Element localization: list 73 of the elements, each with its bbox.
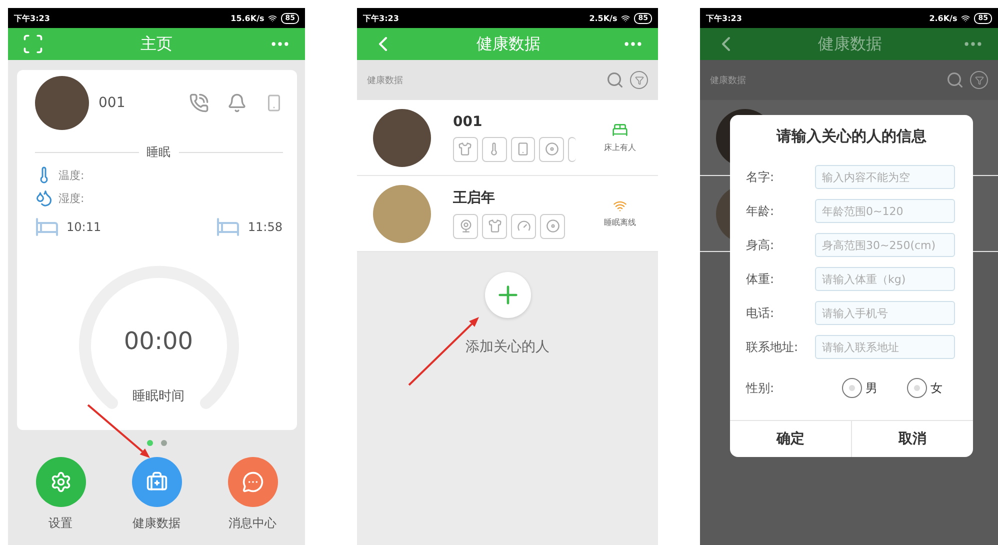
network-speed: 2.6K/s <box>929 14 958 22</box>
device-icon[interactable] <box>482 214 507 238</box>
input-field[interactable]: 输入内容不能为空 <box>815 165 955 189</box>
bed-icon <box>216 215 240 239</box>
status-time: 下午3:23 <box>706 12 742 24</box>
add-label: 添加关心的人 <box>466 338 550 356</box>
device-icon[interactable] <box>453 136 478 162</box>
person-status: 床上有人 <box>604 142 636 153</box>
nav-item[interactable]: 消息中心 <box>218 457 288 532</box>
cancel-button[interactable]: 取消 <box>851 421 973 457</box>
device-icon[interactable] <box>510 136 536 162</box>
input-field[interactable]: 请输入手机号 <box>815 301 955 325</box>
person-name: 001 <box>98 95 126 111</box>
sleep-timer: 00:00 <box>124 327 194 355</box>
filter-icon[interactable] <box>970 71 988 89</box>
status-time: 下午3:23 <box>14 12 50 24</box>
bed-icon <box>612 122 628 138</box>
nav-item[interactable]: 设置 <box>26 457 96 532</box>
input-field[interactable]: 身高范围30~250(cm) <box>815 233 955 257</box>
network-speed: 15.6K/s <box>230 14 264 22</box>
device-icon[interactable] <box>511 214 536 238</box>
timer-label: 睡眠时间 <box>132 388 184 405</box>
status-time: 下午3:23 <box>363 12 399 24</box>
field-label: 性别: <box>746 380 776 396</box>
device-icon[interactable] <box>568 136 576 162</box>
annotation-arrow <box>87 404 150 458</box>
phone-icon[interactable] <box>188 93 208 113</box>
confirm-button[interactable]: 确定 <box>730 421 851 457</box>
page-dot[interactable] <box>146 440 152 446</box>
bed-icon <box>34 215 58 239</box>
wifi-icon <box>621 14 630 22</box>
reading-label: 湿度: <box>58 190 84 206</box>
device-icon[interactable] <box>540 214 565 238</box>
header-title: 主页 <box>140 34 172 54</box>
page-dot[interactable] <box>160 440 166 446</box>
person-name: 001 <box>453 114 484 130</box>
person-row[interactable]: 王启年 睡眠离线 <box>357 176 658 252</box>
person-name: 王启年 <box>453 188 496 206</box>
input-field[interactable]: 请输入联系地址 <box>815 335 955 359</box>
field-label: 电话: <box>746 304 776 322</box>
search-icon[interactable] <box>946 71 964 89</box>
bed-out-time: 11:58 <box>248 220 282 234</box>
field-label: 年龄: <box>746 202 776 220</box>
header-title: 健康数据 <box>476 34 540 54</box>
filter-icon[interactable] <box>630 71 648 89</box>
header-title: 健康数据 <box>818 34 882 54</box>
field-label: 身高: <box>746 236 776 254</box>
field-label: 联系地址: <box>746 338 800 356</box>
wifi-icon <box>268 14 278 22</box>
add-button[interactable] <box>484 272 530 318</box>
bell-icon[interactable] <box>226 93 246 113</box>
network-speed: 2.5K/s <box>589 14 618 22</box>
reading-label: 温度: <box>58 168 84 182</box>
avatar-photo-placeholder <box>34 76 88 130</box>
person-status: 睡眠离线 <box>604 217 636 228</box>
nav-item[interactable]: 健康数据 <box>122 457 192 532</box>
device-icon[interactable] <box>453 214 478 238</box>
input-field[interactable]: 请输入体重（kg) <box>815 267 955 291</box>
annotation-arrow <box>408 317 479 386</box>
device-icon[interactable] <box>539 136 564 162</box>
device-icon[interactable] <box>482 136 507 162</box>
field-label: 名字: <box>746 168 776 186</box>
scan-icon[interactable] <box>22 33 44 55</box>
wifi-icon <box>961 14 970 22</box>
wifi-icon <box>613 199 627 213</box>
input-field[interactable]: 年龄范围0~120 <box>815 199 955 223</box>
person-row[interactable]: 001 床上有人 <box>357 100 658 176</box>
search-icon[interactable] <box>606 71 624 89</box>
field-label: 体重: <box>746 270 776 288</box>
droplets-icon <box>34 189 52 207</box>
bed-in-time: 10:11 <box>66 220 102 234</box>
section-title: 睡眠 <box>146 144 170 161</box>
dialog-title: 请输入关心的人的信息 <box>775 127 928 146</box>
